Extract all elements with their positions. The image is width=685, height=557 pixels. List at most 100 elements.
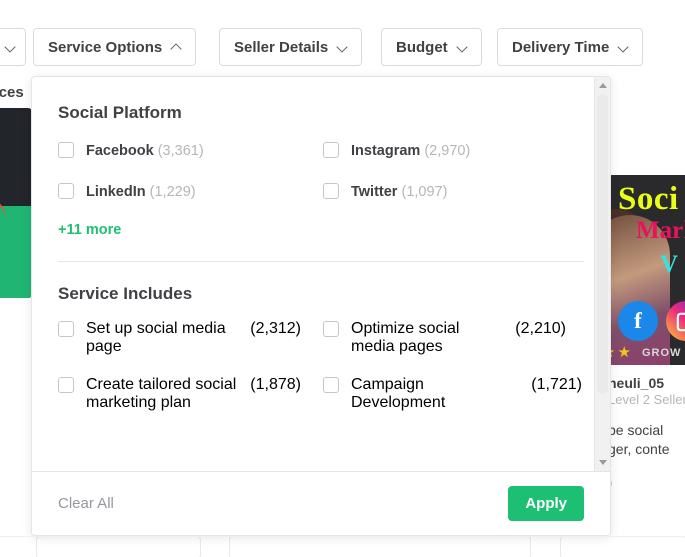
- option-text: Twitter: [351, 184, 397, 200]
- option-label: LinkedIn (1,229): [86, 182, 196, 203]
- checkbox-option-twitter[interactable]: Twitter (1,097): [323, 182, 588, 203]
- scrollbar-thumb[interactable]: [597, 94, 608, 394]
- triangle-down-icon: [599, 460, 607, 465]
- scrollbar-up-button[interactable]: [595, 78, 610, 93]
- filter-button-delivery-time[interactable]: Delivery Time: [497, 28, 643, 66]
- gig-thumbnail[interactable]: Quality Med eme ADE: [0, 108, 32, 298]
- gig-thumbnail[interactable]: Soci Mark V f ▢ ★★ GROW: [608, 175, 685, 365]
- section-title: Social Platform: [58, 103, 584, 123]
- checkbox-option-optimize-social-media-pages[interactable]: Optimize social media pages (2,210): [323, 320, 588, 356]
- checkbox-icon[interactable]: [58, 377, 74, 393]
- gig-description-line2[interactable]: ger, conte: [608, 440, 685, 459]
- thumbnail-text-line2: Mark: [636, 217, 685, 245]
- option-count: (2,312): [250, 320, 301, 356]
- option-text: Optimize social media pages: [351, 320, 505, 356]
- filter-button-budget[interactable]: Budget: [381, 28, 482, 66]
- option-text: Campaign Development: [351, 376, 521, 412]
- service-includes-options: Set up social media page (2,312) Optimiz…: [58, 320, 584, 412]
- dropdown-footer: Clear All Apply: [32, 471, 610, 535]
- dropdown-scroll-area[interactable]: Social Platform Facebook (3,361): [32, 77, 610, 471]
- option-text: Set up social media page: [86, 320, 240, 356]
- results-count-label: Services: [0, 84, 24, 101]
- triangle-up-icon: [599, 83, 607, 88]
- filter-button-service-options[interactable]: Service Options: [33, 28, 196, 66]
- section-service-includes: Service Includes Set up social media pag…: [58, 262, 584, 412]
- social-platform-options: Facebook (3,361) Instagram (2,970): [58, 141, 584, 203]
- gig-card[interactable]: Soci Mark V f ▢ ★★ GROW heuli_05 Level 2…: [608, 175, 685, 490]
- checkbox-icon[interactable]: [58, 142, 74, 158]
- facebook-icon: f: [618, 301, 658, 341]
- gig-description-line2[interactable]: mana: [0, 373, 32, 392]
- gig-card-footer-row: [0, 536, 685, 557]
- option-count: (1,721): [531, 376, 582, 412]
- filter-button-partial[interactable]: [0, 28, 26, 66]
- option-label: Optimize social media pages (2,210): [351, 320, 588, 356]
- option-text: Create tailored social marketing plan: [86, 376, 240, 412]
- option-count: (2,210): [515, 320, 566, 356]
- gig-price: ): [608, 475, 685, 490]
- screen: Services Quality Med eme ADE afzal: [0, 0, 685, 557]
- option-count: (2,970): [424, 143, 470, 159]
- checkbox-icon[interactable]: [58, 183, 74, 199]
- show-more-link[interactable]: +11 more: [58, 222, 121, 238]
- dropdown-scrollbar[interactable]: [594, 77, 610, 471]
- checkbox-option-linkedin[interactable]: LinkedIn (1,229): [58, 182, 323, 203]
- option-count: (1,097): [401, 184, 447, 200]
- gig-seller-name[interactable]: afzal: [0, 308, 32, 324]
- checkbox-option-create-tailored-social-marketing-plan[interactable]: Create tailored social marketing plan (1…: [58, 376, 323, 412]
- gig-card-footer: [36, 536, 201, 557]
- gig-seller-level: Level 2 Seller: [0, 325, 32, 340]
- option-count: (3,361): [158, 143, 204, 159]
- option-label: Instagram (2,970): [351, 141, 470, 162]
- carousel-dots[interactable]: [0, 269, 32, 274]
- gig-description-line1[interactable]: our so: [0, 354, 32, 373]
- option-label: Campaign Development (1,721): [351, 376, 588, 412]
- option-label: Set up social media page (2,312): [86, 320, 323, 356]
- chevron-down-icon: [618, 42, 628, 52]
- filter-button-label: Service Options: [48, 39, 162, 56]
- checkbox-option-campaign-development[interactable]: Campaign Development (1,721): [323, 376, 588, 412]
- gig-card-footer: [229, 536, 531, 557]
- option-label: Create tailored social marketing plan (1…: [86, 376, 323, 412]
- thumbnail-stars: ★★: [608, 343, 633, 361]
- apply-button[interactable]: Apply: [508, 486, 584, 521]
- gig-seller-level: Level 2 Seller: [608, 392, 685, 407]
- option-text: Facebook: [86, 143, 154, 159]
- section-social-platform: Social Platform Facebook (3,361): [58, 103, 584, 262]
- checkbox-icon[interactable]: [323, 142, 339, 158]
- checkbox-icon[interactable]: [323, 321, 339, 337]
- section-title: Service Includes: [58, 284, 584, 304]
- checkbox-icon[interactable]: [58, 321, 74, 337]
- chevron-up-icon: [171, 42, 181, 52]
- thumbnail-social-icons: f ▢: [618, 301, 685, 341]
- checkbox-icon[interactable]: [323, 377, 339, 393]
- filter-button-label: Budget: [396, 39, 448, 56]
- checkbox-option-facebook[interactable]: Facebook (3,361): [58, 141, 323, 162]
- gig-card-footer: [560, 536, 685, 557]
- gig-seller-name[interactable]: heuli_05: [608, 375, 685, 391]
- thumbnail-text-line3: V: [660, 251, 678, 279]
- gig-description-line1[interactable]: be social: [608, 421, 685, 440]
- scrollbar-down-button[interactable]: [595, 455, 610, 470]
- option-count: (1,229): [150, 184, 196, 200]
- service-options-dropdown: Social Platform Facebook (3,361): [31, 76, 611, 536]
- checkbox-option-instagram[interactable]: Instagram (2,970): [323, 141, 588, 162]
- thumbnail-text-line1: Soci: [618, 181, 679, 218]
- instagram-icon: ▢: [666, 301, 685, 341]
- filter-button-label: Seller Details: [234, 39, 328, 56]
- option-text: LinkedIn: [86, 184, 146, 200]
- option-count: (1,878): [250, 376, 301, 412]
- option-label: Twitter (1,097): [351, 182, 447, 203]
- chevron-down-icon: [337, 42, 347, 52]
- filter-button-seller-details[interactable]: Seller Details: [219, 28, 362, 66]
- clear-all-button[interactable]: Clear All: [58, 495, 114, 512]
- checkbox-option-set-up-social-media-page[interactable]: Set up social media page (2,312): [58, 320, 323, 356]
- thumbnail-text-line4: GROW: [642, 347, 681, 359]
- page-divider: [0, 536, 685, 537]
- checkbox-icon[interactable]: [323, 183, 339, 199]
- option-label: Facebook (3,361): [86, 141, 204, 162]
- option-text: Instagram: [351, 143, 420, 159]
- gig-card[interactable]: Quality Med eme ADE afzal Level 2 Seller…: [0, 108, 32, 392]
- chevron-down-icon: [5, 42, 15, 52]
- filter-button-label: Delivery Time: [512, 39, 609, 56]
